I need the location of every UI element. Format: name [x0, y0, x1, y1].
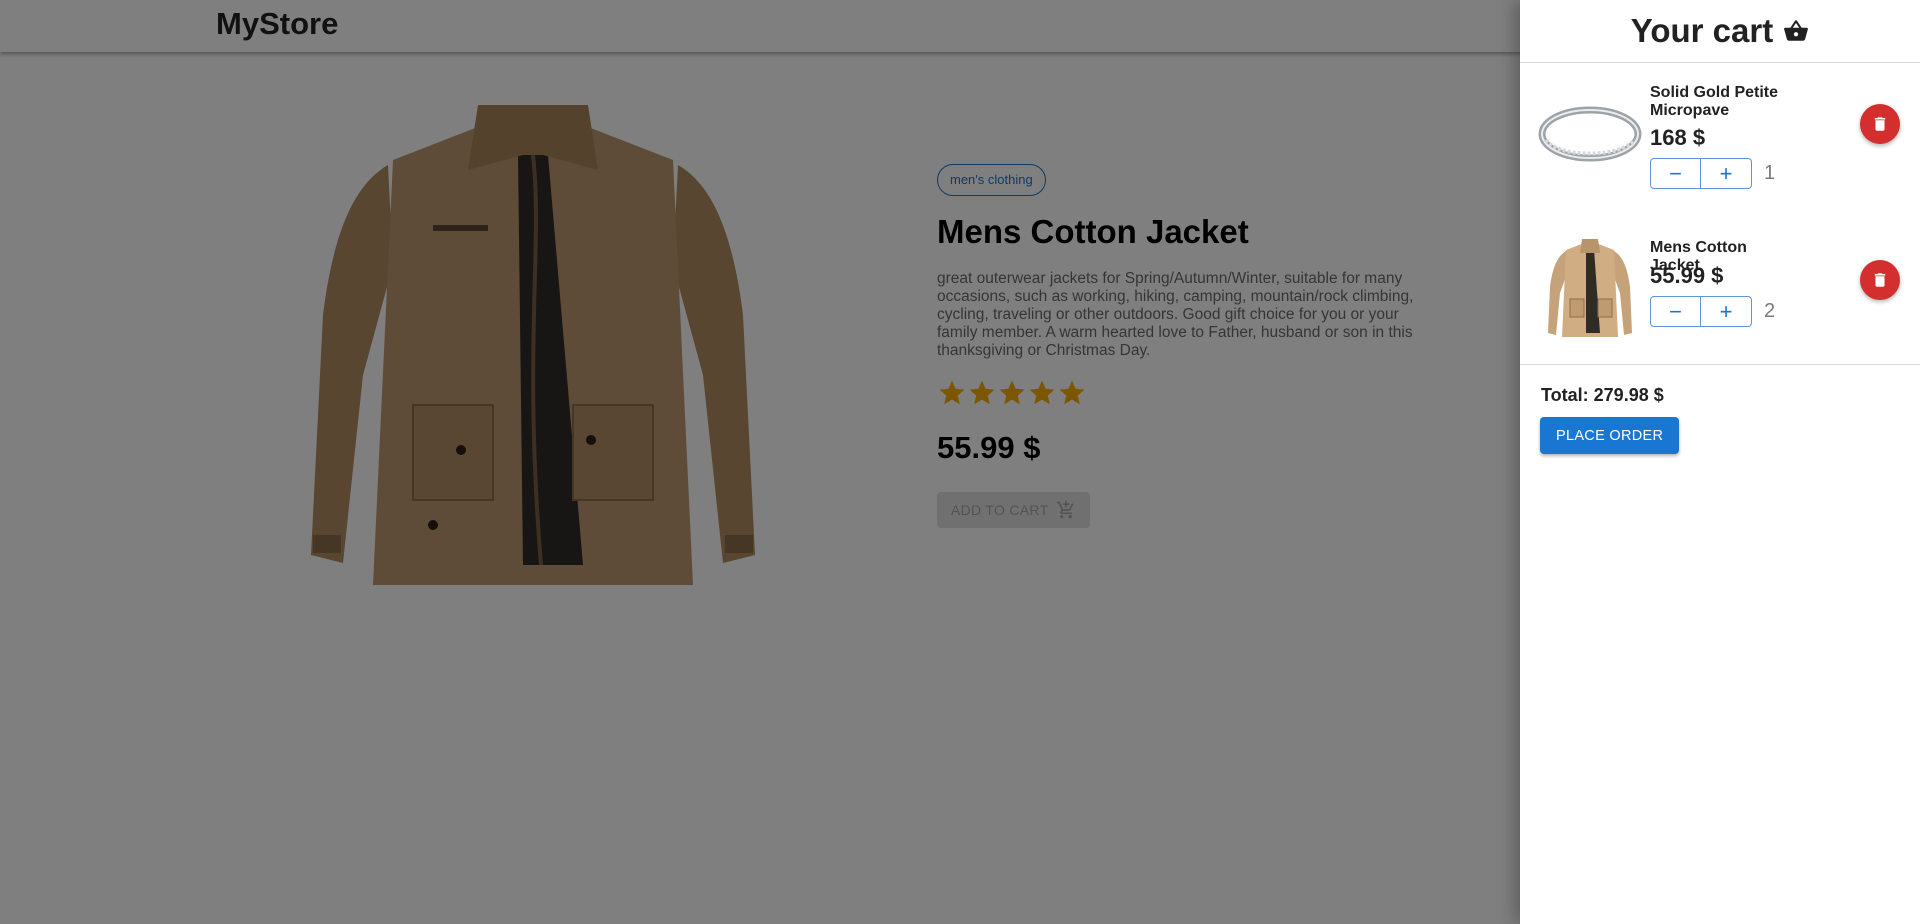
cart-header: Your cart [1520, 0, 1920, 63]
cart-item-quantity: 2 [1764, 300, 1776, 322]
trash-icon [1874, 117, 1886, 131]
cart-item: Mens Cotton Jacket 55.99 $ − + 2 [1520, 219, 1920, 374]
cart-total: Total: 279.98 $ [1541, 385, 1664, 405]
cart-item-name: Solid Gold Petite Micropave [1650, 84, 1779, 119]
cart-item-price: 168 $ [1650, 125, 1706, 150]
increase-quantity-button[interactable]: + [1701, 158, 1752, 189]
ring-image [1538, 82, 1642, 186]
quantity-stepper: − + 1 [1650, 158, 1775, 189]
remove-item-button[interactable] [1860, 260, 1900, 300]
cart-item-price: 55.99 $ [1650, 263, 1724, 288]
cart-item-image [1538, 237, 1642, 341]
decrease-quantity-button[interactable]: − [1650, 158, 1701, 189]
cart-item: Solid Gold Petite Micropave 168 $ − + 1 [1520, 64, 1920, 219]
cart-drawer: Your cart Solid Gold Petite Micropave 16… [1520, 0, 1920, 924]
cart-divider [1520, 364, 1920, 365]
place-order-button[interactable]: PLACE ORDER [1540, 417, 1680, 454]
decrease-quantity-button[interactable]: − [1650, 296, 1701, 327]
basket-icon [1784, 20, 1809, 41]
remove-item-button[interactable] [1860, 104, 1900, 144]
increase-quantity-button[interactable]: + [1701, 296, 1752, 327]
cart-title: Your cart [1630, 12, 1774, 49]
trash-icon [1874, 273, 1886, 287]
cart-item-quantity: 1 [1764, 162, 1776, 184]
quantity-stepper: − + 2 [1650, 296, 1775, 327]
cart-item-image [1538, 82, 1642, 186]
jacket-image [1538, 237, 1642, 341]
